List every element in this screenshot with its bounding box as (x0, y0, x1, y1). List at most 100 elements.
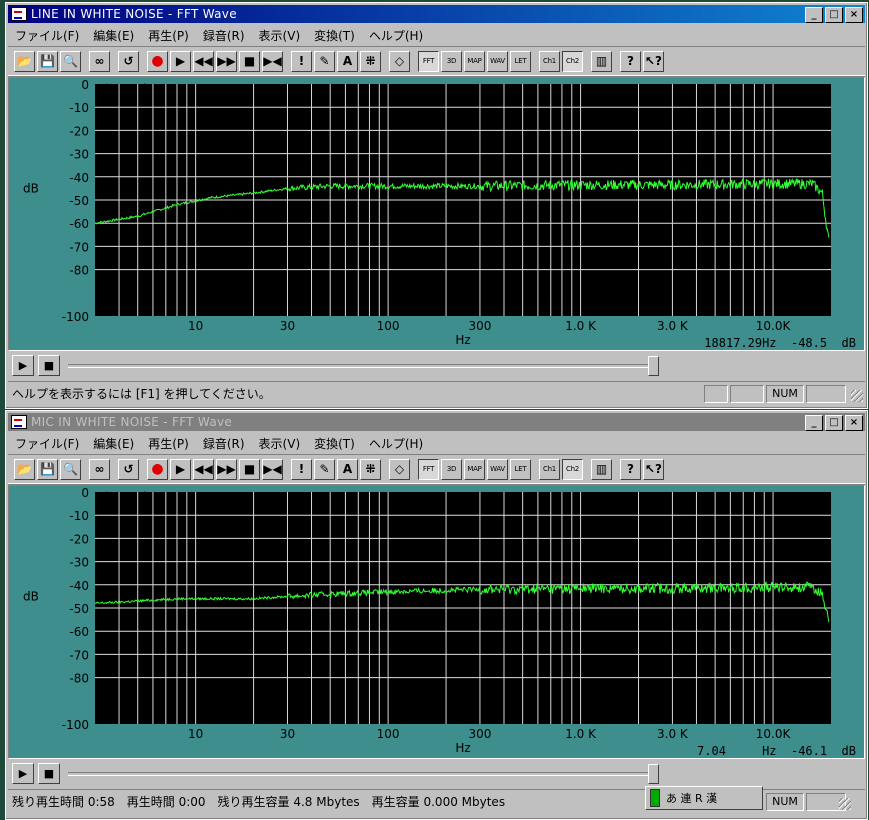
x-tick-label: 100 (377, 319, 400, 333)
eraser-icon[interactable]: ◇ (389, 50, 410, 72)
map-button[interactable]: MAP (464, 50, 485, 72)
binoculars-icon[interactable]: ∞ (89, 458, 110, 480)
seek-track[interactable] (68, 772, 655, 776)
save-icon[interactable]: 💾 (37, 50, 58, 72)
stop-icon[interactable]: ■ (38, 762, 60, 784)
play-icon[interactable]: ▶ (12, 762, 34, 784)
undo-icon[interactable]: ↺ (118, 458, 139, 480)
undo-icon[interactable]: ↺ (118, 50, 139, 72)
stop-icon[interactable]: ■ (239, 50, 260, 72)
ch1-button[interactable]: Ch1 (539, 458, 560, 480)
toolbar: 📂 💾 🔍 ∞ ↺ ● ▶ ◀◀ ▶▶ ■ ▶◀! ✎ A ⁜ ◇ FFT 3D MAP WAV LET Ch1 Ch2 ▥… (8, 46, 865, 76)
close-button[interactable]: × (845, 415, 863, 431)
menu-file[interactable]: ファイル(F) (8, 27, 86, 44)
pencil-icon[interactable]: ✎ (314, 50, 335, 72)
cursor-readout: 18817.29Hz -48.5 dB (704, 336, 856, 350)
pencil-icon[interactable]: ✎ (314, 458, 335, 480)
resize-grip[interactable] (851, 390, 863, 402)
let-button[interactable]: LET (510, 458, 531, 480)
channel-label: Channel-1 (97, 82, 158, 96)
x-tick-label: 3.0 K (657, 319, 689, 333)
marker-icon[interactable]: ⁜ (360, 458, 381, 480)
menu-convert[interactable]: 変換(T) (307, 27, 362, 44)
ch2-button[interactable]: Ch2 (562, 50, 583, 72)
text-icon[interactable]: A (337, 458, 358, 480)
menu-record[interactable]: 録音(R) (196, 27, 252, 44)
menu-convert[interactable]: 変換(T) (307, 435, 362, 452)
fast-forward-icon[interactable]: ▶▶ (216, 50, 237, 72)
map-button[interactable]: MAP (464, 458, 485, 480)
binoculars-icon[interactable]: ∞ (89, 50, 110, 72)
open-icon[interactable]: 📂 (14, 458, 35, 480)
columns-icon[interactable]: ▥ (591, 50, 612, 72)
text-icon[interactable]: A (337, 50, 358, 72)
menu-record[interactable]: 録音(R) (196, 435, 252, 452)
menu-play[interactable]: 再生(P) (141, 435, 196, 452)
3d-button[interactable]: 3D (441, 458, 462, 480)
y-tick-label: 0 (81, 78, 89, 92)
app-icon[interactable] (11, 7, 27, 21)
seek-thumb[interactable] (648, 356, 659, 376)
seek-track[interactable] (68, 364, 655, 368)
let-button[interactable]: LET (510, 50, 531, 72)
menu-help[interactable]: ヘルプ(H) (362, 27, 430, 44)
fft-button[interactable]: FFT (418, 458, 439, 480)
menu-view[interactable]: 表示(V) (252, 435, 308, 452)
record-icon[interactable]: ● (147, 458, 168, 480)
print-preview-icon[interactable]: 🔍 (60, 50, 81, 72)
window-title: LINE IN WHITE NOISE - FFT Wave (31, 7, 237, 21)
menu-play[interactable]: 再生(P) (141, 27, 196, 44)
play-icon[interactable]: ▶ (170, 50, 191, 72)
jump-icon[interactable]: ▶◀ (262, 50, 283, 72)
ch2-button[interactable]: Ch2 (562, 458, 583, 480)
save-icon[interactable]: 💾 (37, 458, 58, 480)
menu-edit[interactable]: 編集(E) (86, 27, 141, 44)
wav-button[interactable]: WAV (487, 50, 508, 72)
fast-forward-icon[interactable]: ▶▶ (216, 458, 237, 480)
maximize-button[interactable]: □ (825, 415, 843, 431)
columns-icon[interactable]: ▥ (591, 458, 612, 480)
resize-grip[interactable] (839, 798, 851, 810)
stop-icon[interactable]: ■ (38, 354, 60, 376)
y-tick-label: -60 (69, 217, 89, 231)
play-capacity: 再生容量 0.000 Mbytes (371, 794, 506, 809)
minimize-button[interactable]: _ (805, 7, 823, 23)
context-help-icon[interactable]: ↖? (643, 458, 664, 480)
print-preview-icon[interactable]: 🔍 (60, 458, 81, 480)
stop-icon[interactable]: ■ (239, 458, 260, 480)
fft-button[interactable]: FFT (418, 50, 439, 72)
exclamation-icon[interactable]: ! (291, 50, 312, 72)
open-icon[interactable]: 📂 (14, 50, 35, 72)
seek-thumb[interactable] (648, 764, 659, 784)
menu-help[interactable]: ヘルプ(H) (362, 435, 430, 452)
title-bar[interactable]: LINE IN WHITE NOISE - FFT Wave _ □ × (8, 5, 865, 23)
ime-toolbar[interactable]: あ 連 R 漢 (645, 786, 763, 810)
help-icon[interactable]: ? (620, 458, 641, 480)
jump-icon[interactable]: ▶◀ (262, 458, 283, 480)
help-icon[interactable]: ? (620, 50, 641, 72)
minimize-button[interactable]: _ (805, 415, 823, 431)
rewind-icon[interactable]: ◀◀ (193, 458, 214, 480)
maximize-button[interactable]: □ (825, 7, 843, 23)
num-indicator: NUM (766, 385, 804, 403)
menu-view[interactable]: 表示(V) (252, 27, 308, 44)
3d-button[interactable]: 3D (441, 50, 462, 72)
ime-mode[interactable]: あ 連 R 漢 (666, 790, 717, 806)
play-icon[interactable]: ▶ (12, 354, 34, 376)
app-icon[interactable] (11, 415, 27, 429)
rewind-icon[interactable]: ◀◀ (193, 50, 214, 72)
context-help-icon[interactable]: ↖? (643, 50, 664, 72)
ch1-button[interactable]: Ch1 (539, 50, 560, 72)
menu-file[interactable]: ファイル(F) (8, 435, 86, 452)
menu-edit[interactable]: 編集(E) (86, 435, 141, 452)
playback-bar: ▶ ■ (8, 761, 865, 785)
play-icon[interactable]: ▶ (170, 458, 191, 480)
marker-icon[interactable]: ⁜ (360, 50, 381, 72)
eraser-icon[interactable]: ◇ (389, 458, 410, 480)
record-icon[interactable]: ● (147, 50, 168, 72)
y-tick-label: 0 (81, 486, 89, 500)
wav-button[interactable]: WAV (487, 458, 508, 480)
title-bar[interactable]: MIC IN WHITE NOISE - FFT Wave _ □ × (8, 413, 865, 431)
exclamation-icon[interactable]: ! (291, 458, 312, 480)
close-button[interactable]: × (845, 7, 863, 23)
